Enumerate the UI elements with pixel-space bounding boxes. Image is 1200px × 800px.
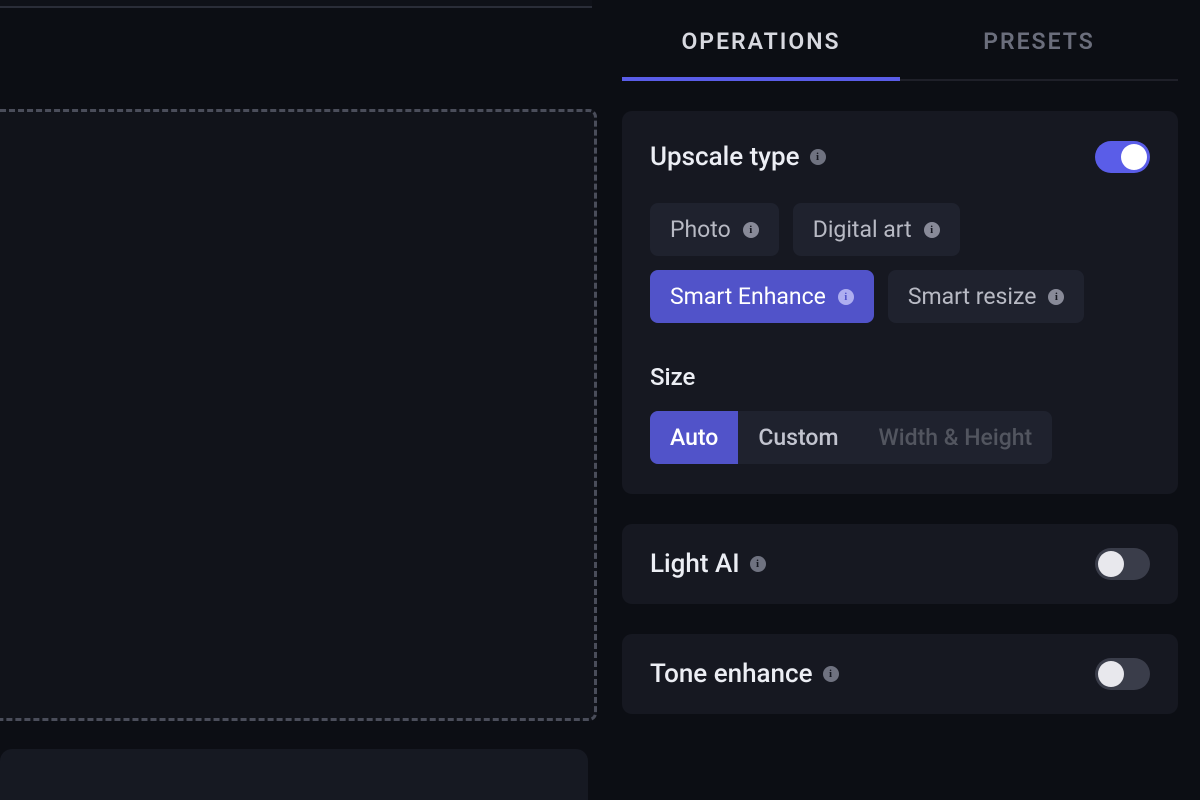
info-icon[interactable]: i	[823, 666, 839, 682]
section-light-ai: Light AI i	[622, 524, 1178, 604]
section-title-upscale: Upscale type i	[650, 142, 826, 172]
section-header: Upscale type i	[650, 141, 1150, 173]
section-title-tone-enhance: Tone enhance i	[650, 659, 839, 689]
canvas-dropzone[interactable]	[0, 109, 597, 721]
tone-enhance-title-text: Tone enhance	[650, 659, 813, 689]
section-header: Tone enhance i	[650, 658, 1150, 690]
light-ai-title-text: Light AI	[650, 549, 740, 579]
tabs: Operations Presets	[622, 18, 1178, 81]
settings-panel: Operations Presets Upscale type i Photo …	[600, 0, 1200, 800]
info-icon[interactable]: i	[924, 222, 940, 238]
size-segmented: Auto Custom Width & Height	[650, 411, 1052, 464]
chip-label: Photo	[670, 216, 731, 243]
toggle-knob	[1121, 144, 1147, 170]
toggle-upscale[interactable]	[1095, 141, 1150, 173]
chip-digital-art[interactable]: Digital art i	[793, 203, 960, 256]
info-icon[interactable]: i	[743, 222, 759, 238]
section-header: Light AI i	[650, 548, 1150, 580]
section-upscale-type: Upscale type i Photo i Digital art i Sma…	[622, 111, 1178, 494]
section-tone-enhance: Tone enhance i	[622, 634, 1178, 714]
chip-label: Smart resize	[908, 283, 1037, 310]
toggle-knob	[1098, 661, 1124, 687]
size-title: Size	[650, 363, 1150, 391]
bottom-bar	[0, 749, 588, 800]
chip-smart-enhance[interactable]: Smart Enhance i	[650, 270, 874, 323]
info-icon[interactable]: i	[1048, 289, 1064, 305]
chip-label: Digital art	[813, 216, 912, 243]
chip-photo[interactable]: Photo i	[650, 203, 779, 256]
upscale-options: Photo i Digital art i Smart Enhance i Sm…	[650, 203, 1150, 323]
canvas-top-divider	[0, 0, 592, 8]
chip-label: Smart Enhance	[670, 283, 826, 310]
canvas-panel	[0, 0, 600, 800]
segment-width-height: Width & Height	[859, 411, 1053, 464]
toggle-knob	[1098, 551, 1124, 577]
toggle-tone-enhance[interactable]	[1095, 658, 1150, 690]
segment-auto[interactable]: Auto	[650, 411, 738, 464]
info-icon[interactable]: i	[838, 289, 854, 305]
section-title-light-ai: Light AI i	[650, 549, 766, 579]
info-icon[interactable]: i	[810, 149, 826, 165]
tab-operations[interactable]: Operations	[622, 18, 900, 81]
info-icon[interactable]: i	[750, 556, 766, 572]
chip-smart-resize[interactable]: Smart resize i	[888, 270, 1085, 323]
upscale-title-text: Upscale type	[650, 142, 800, 172]
segment-custom[interactable]: Custom	[738, 411, 858, 464]
tab-presets[interactable]: Presets	[900, 18, 1178, 81]
toggle-light-ai[interactable]	[1095, 548, 1150, 580]
